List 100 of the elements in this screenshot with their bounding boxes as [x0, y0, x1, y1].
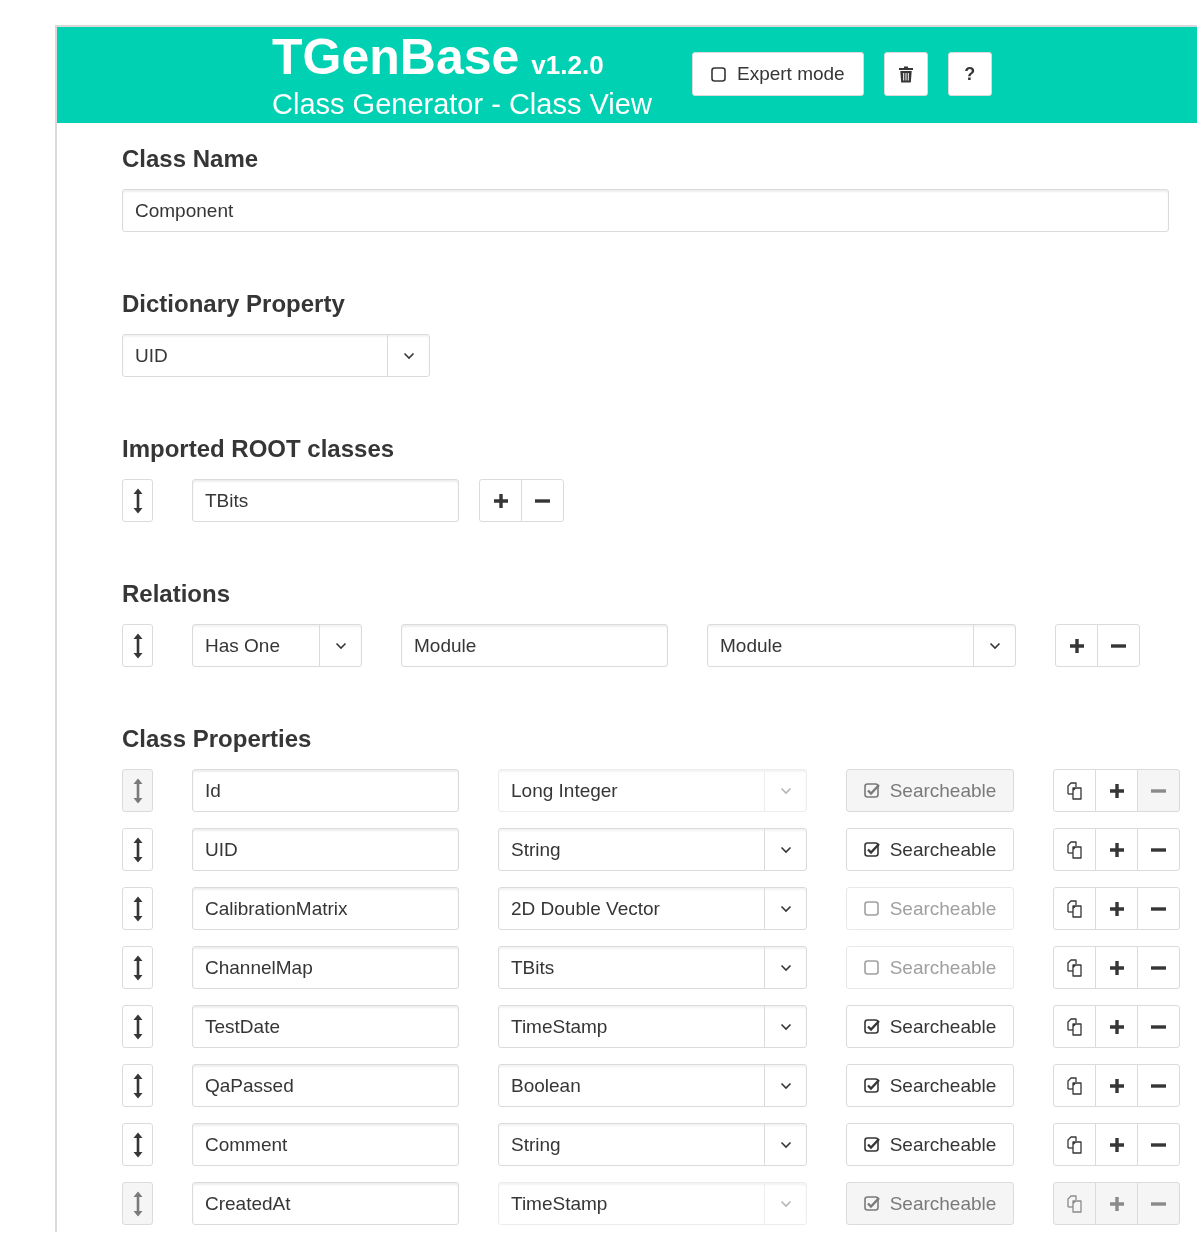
add-button[interactable] [479, 479, 522, 522]
property-type-select[interactable]: TimeStamp [498, 1005, 807, 1048]
drag-handle[interactable] [122, 828, 153, 871]
resize-vertical-icon [132, 487, 143, 514]
remove-button[interactable] [1137, 828, 1180, 871]
resize-vertical-icon [132, 954, 143, 981]
plus-icon [1108, 900, 1125, 917]
drag-handle[interactable] [122, 1005, 153, 1048]
resize-vertical-icon [132, 836, 143, 863]
copy-button[interactable] [1053, 887, 1096, 930]
section-heading: Relations [122, 580, 232, 608]
add-button[interactable] [1095, 1005, 1138, 1048]
property-name-field[interactable]: CreatedAt [192, 1182, 459, 1225]
copy-icon [1064, 780, 1085, 801]
chevron-down-icon [334, 641, 347, 650]
remove-button[interactable] [1137, 1005, 1180, 1048]
copy-icon [1064, 957, 1085, 978]
minus-icon [1151, 1142, 1166, 1147]
chevron-down-icon [779, 904, 792, 913]
minus-icon [1151, 788, 1166, 793]
remove-button[interactable] [1097, 624, 1140, 667]
add-button[interactable] [1055, 624, 1098, 667]
drag-handle[interactable] [122, 1064, 153, 1107]
plus-icon [1108, 1018, 1125, 1035]
plus-icon [1108, 841, 1125, 858]
property-name-field[interactable]: ChannelMap [192, 946, 459, 989]
property-type-select[interactable]: 2D Double Vector [498, 887, 807, 930]
copy-button[interactable] [1053, 1005, 1096, 1048]
version-label: v1.2.0 [531, 49, 604, 82]
remove-button[interactable] [1137, 1123, 1180, 1166]
drag-handle[interactable] [122, 479, 153, 522]
copy-button[interactable] [1053, 946, 1096, 989]
property-name-field[interactable]: TestDate [192, 1005, 459, 1048]
chevron-down-icon [779, 963, 792, 972]
drag-handle[interactable] [122, 946, 153, 989]
add-button[interactable] [1095, 946, 1138, 989]
minus-icon [1151, 847, 1166, 852]
minus-icon [1151, 1024, 1166, 1029]
property-name-field[interactable]: QaPassed [192, 1064, 459, 1107]
add-button[interactable] [1095, 769, 1138, 812]
section-heading: Class Properties [122, 725, 313, 753]
minus-icon [1151, 965, 1166, 970]
searchable-checkbox[interactable]: Searcheable [846, 1005, 1014, 1048]
property-name-field[interactable]: Id [192, 769, 459, 812]
plus-icon [492, 492, 509, 509]
section-heading: Class Name [122, 145, 260, 173]
minus-icon [1111, 643, 1126, 648]
plus-icon [1108, 1077, 1125, 1094]
add-button[interactable] [1095, 1123, 1138, 1166]
copy-icon [1064, 839, 1085, 860]
chevron-down-icon [779, 1022, 792, 1031]
chevron-down-icon [402, 351, 415, 360]
copy-button[interactable] [1053, 1123, 1096, 1166]
chevron-down-icon [988, 641, 1001, 650]
class-name-field[interactable]: Component [122, 189, 1169, 232]
property-type-select[interactable]: TBits [498, 946, 807, 989]
property-name-field[interactable]: UID [192, 828, 459, 871]
property-type-select[interactable]: Boolean [498, 1064, 807, 1107]
property-name-field[interactable]: Comment [192, 1123, 459, 1166]
plus-icon [1108, 1136, 1125, 1153]
class-field[interactable]: TBits [192, 479, 459, 522]
property-name-field[interactable]: CalibrationMatrix [192, 887, 459, 930]
drag-handle[interactable] [122, 624, 153, 667]
dictionary-select[interactable]: UID [122, 334, 430, 377]
property-type-select[interactable]: String [498, 1123, 807, 1166]
plus-icon [1108, 959, 1125, 976]
delete-button[interactable] [883, 52, 928, 96]
drag-handle[interactable] [122, 1123, 153, 1166]
plus-icon [1068, 637, 1085, 654]
plus-icon [1108, 1195, 1125, 1212]
relation-type-select[interactable]: Has One [192, 624, 362, 667]
remove-button[interactable] [1137, 946, 1180, 989]
drag-handle[interactable] [122, 887, 153, 930]
resize-vertical-icon [132, 1190, 143, 1217]
resize-vertical-icon [132, 1072, 143, 1099]
remove-button[interactable] [521, 479, 564, 522]
remove-button[interactable] [1137, 1064, 1180, 1107]
copy-button[interactable] [1053, 1064, 1096, 1107]
minus-icon [1151, 906, 1166, 911]
add-button[interactable] [1095, 828, 1138, 871]
property-type-select[interactable]: String [498, 828, 807, 871]
relation-name-field[interactable]: Module [401, 624, 668, 667]
chevron-down-icon [779, 845, 792, 854]
searchable-checkbox[interactable]: Searcheable [846, 1123, 1014, 1166]
copy-icon [1064, 1075, 1085, 1096]
resize-vertical-icon [132, 1131, 143, 1158]
add-button[interactable] [1095, 1064, 1138, 1107]
help-button[interactable]: ? [947, 52, 992, 96]
app-title: TGenBase [272, 30, 520, 84]
expert-mode-button[interactable]: Expert mode [691, 52, 864, 96]
add-button[interactable] [1095, 887, 1138, 930]
relation-target-select[interactable]: Module [707, 624, 1016, 667]
section-heading: Dictionary Property [122, 290, 346, 318]
copy-button[interactable] [1053, 769, 1096, 812]
resize-vertical-icon [132, 895, 143, 922]
copy-button[interactable] [1053, 828, 1096, 871]
searchable-checkbox[interactable]: Searcheable [846, 1064, 1014, 1107]
searchable-checkbox[interactable]: Searcheable [846, 828, 1014, 871]
remove-button[interactable] [1137, 887, 1180, 930]
copy-icon [1064, 1193, 1085, 1214]
